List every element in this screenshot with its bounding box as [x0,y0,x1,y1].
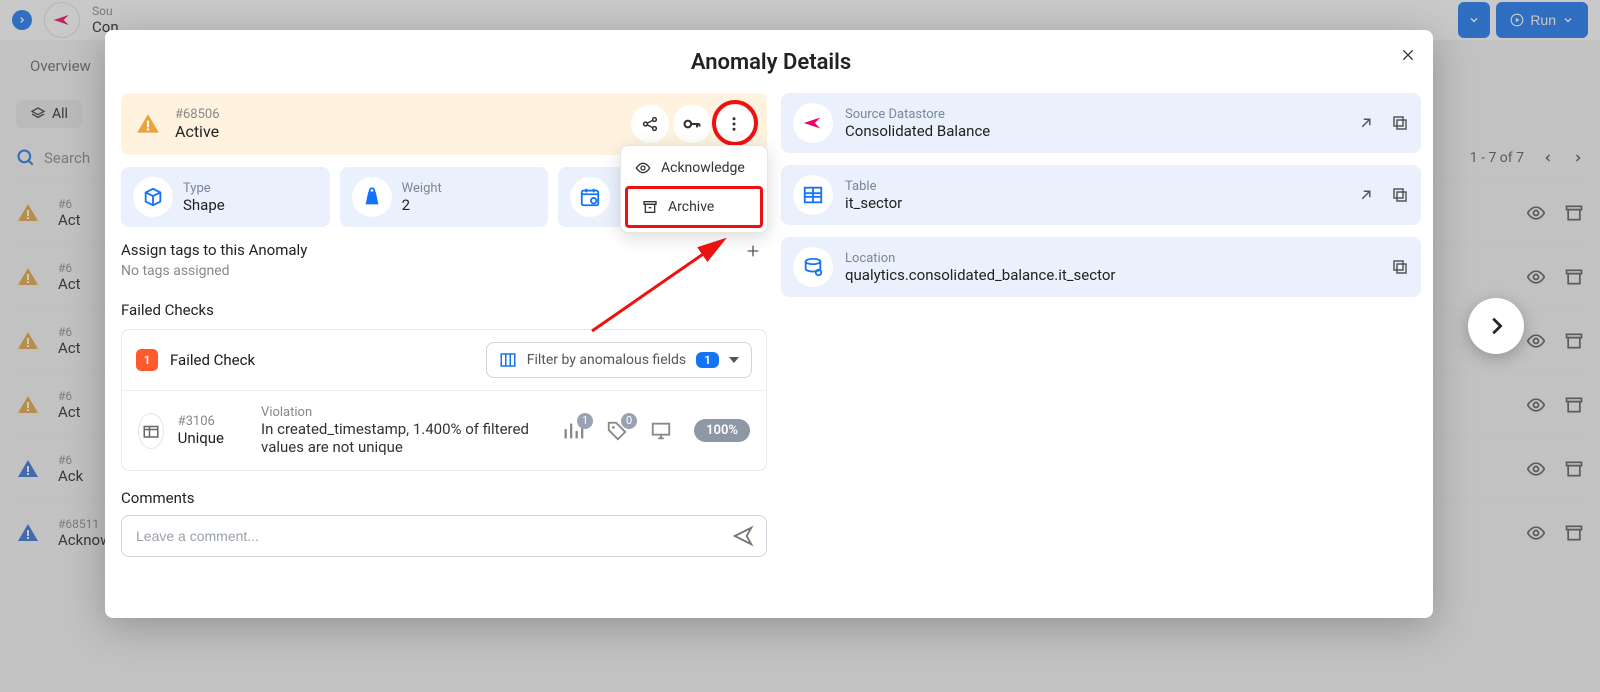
send-icon[interactable] [732,525,754,547]
warning-icon [135,111,161,137]
check-id: #3106 [178,414,247,429]
tag-button[interactable]: 0 [606,420,628,442]
info-table: Tableit_sector [781,165,1421,225]
comments-title: Comments [121,489,767,507]
menu-archive[interactable]: Archive [625,186,763,228]
anomaly-id: #68506 [175,107,220,122]
next-anomaly-button[interactable] [1468,298,1524,354]
table-icon [793,175,833,215]
comment-input-wrapper [121,515,767,557]
modal-title: Anomaly Details [119,44,1423,93]
metric-weight: Weight2 [340,167,549,227]
copy-icon[interactable] [1391,114,1409,132]
tags-title: Assign tags to this Anomaly [121,241,767,259]
more-button[interactable] [715,105,753,143]
plus-icon [745,243,761,259]
chevron-down-icon [729,357,739,363]
open-icon[interactable] [1357,114,1375,132]
more-dropdown: Acknowledge Archive [620,145,768,233]
calendar-icon [570,177,610,217]
share-icon [641,115,659,133]
chevron-right-icon [1485,315,1507,337]
key-button[interactable] [673,105,711,143]
cube-icon [133,177,173,217]
failed-count-badge: 1 [136,349,158,371]
bar-chart-button[interactable]: 1 [562,420,584,442]
kebab-icon [725,115,743,133]
copy-icon[interactable] [1391,258,1409,276]
check-name: Unique [178,429,247,447]
close-icon [1400,47,1416,63]
add-tag-button[interactable] [745,243,761,259]
key-icon [682,114,702,134]
violation-label: Violation [261,405,548,420]
check-type-icon [138,413,164,449]
columns-icon [499,351,517,369]
info-datastore: Source DatastoreConsolidated Balance [781,93,1421,153]
menu-acknowledge[interactable]: Acknowledge [621,150,767,186]
monitor-icon[interactable] [650,420,672,442]
failed-checks-title: Failed Checks [121,301,767,319]
anomaly-header-card: #68506 Active [121,93,767,155]
open-icon[interactable] [1357,186,1375,204]
failed-check-label: Failed Check [170,351,255,369]
failed-check-row[interactable]: #3106 Unique Violation In created_timest… [122,391,766,470]
anomaly-details-modal: Anomaly Details #68506 Active [105,30,1433,618]
score-pill: 100% [694,419,750,442]
eye-icon [635,160,651,176]
filter-anomalous-fields[interactable]: Filter by anomalous fields 1 [486,342,752,378]
copy-icon[interactable] [1391,186,1409,204]
anomaly-status: Active [175,122,220,141]
location-icon [793,247,833,287]
tags-empty: No tags assigned [121,263,767,279]
violation-text: In created_timestamp, 1.400% of filtered… [261,420,548,456]
archive-icon [642,199,658,215]
weight-icon [352,177,392,217]
share-button[interactable] [631,105,669,143]
metric-type: TypeShape [121,167,330,227]
comment-input[interactable] [136,528,732,544]
datastore-icon [793,103,833,143]
close-button[interactable] [1397,44,1419,66]
info-location: Locationqualytics.consolidated_balance.i… [781,237,1421,297]
